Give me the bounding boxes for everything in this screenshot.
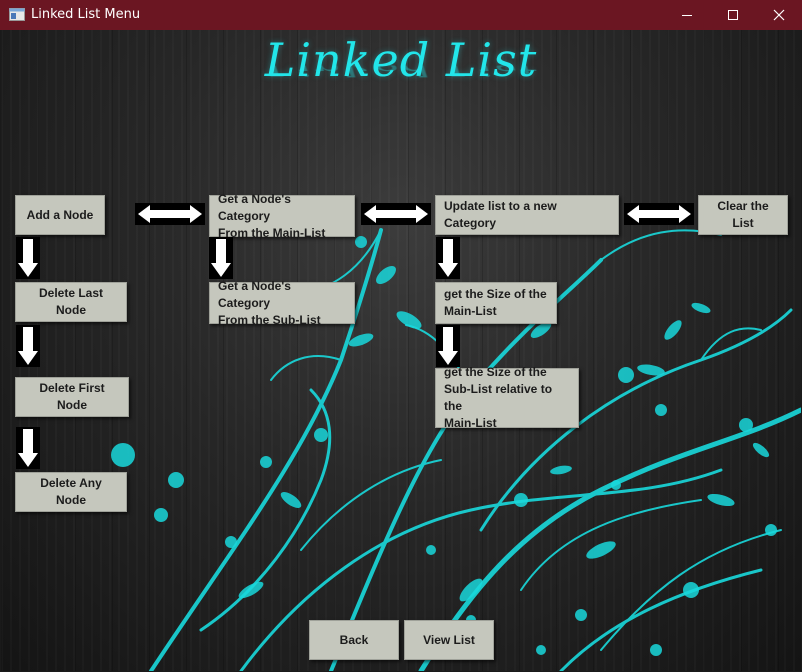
down-arrow-icon [436, 237, 460, 279]
close-button[interactable] [756, 0, 802, 30]
down-arrow-icon [16, 325, 40, 367]
double-arrow-icon [624, 203, 694, 225]
back-button[interactable]: Back [309, 620, 399, 660]
double-arrow-icon [135, 203, 205, 225]
get-category-main-list-button[interactable]: Get a Node's Category From the Main-List [209, 192, 355, 240]
get-category-sub-list-button[interactable]: Get a Node's Category From the Sub-List [209, 279, 355, 327]
title-bar: Linked List Menu [0, 0, 802, 30]
add-node-button[interactable]: Add a Node [15, 195, 105, 235]
page-title-reflection: Linked List [264, 65, 538, 82]
floral-background-art [111, 228, 801, 671]
down-arrow-icon [16, 237, 40, 279]
size-sub-list-button[interactable]: get the Size of the Sub-List relative to… [435, 365, 579, 430]
minimize-icon [682, 15, 692, 16]
delete-last-node-button[interactable]: Delete Last Node [15, 282, 127, 322]
down-arrow-icon [436, 325, 460, 367]
view-list-button[interactable]: View List [404, 620, 494, 660]
close-icon [773, 9, 785, 21]
window-title: Linked List Menu [31, 7, 141, 22]
delete-any-node-button[interactable]: Delete Any Node [15, 472, 127, 512]
double-arrow-icon [361, 203, 431, 225]
minimize-button[interactable] [664, 0, 710, 30]
maximize-icon [728, 10, 738, 20]
maximize-button[interactable] [710, 0, 756, 30]
update-category-button[interactable]: Update list to a new Category [435, 195, 619, 235]
down-arrow-icon [16, 427, 40, 469]
delete-first-node-button[interactable]: Delete First Node [15, 377, 129, 417]
header: Linked List Linked List [231, 32, 571, 112]
window-app-icon [9, 8, 25, 21]
clear-list-button[interactable]: Clear the List [698, 195, 788, 235]
down-arrow-icon [209, 237, 233, 279]
menu-canvas: Linked List Linked List Add a Node Delet… [1, 30, 801, 671]
size-main-list-button[interactable]: get the Size of the Main-List [435, 282, 557, 324]
